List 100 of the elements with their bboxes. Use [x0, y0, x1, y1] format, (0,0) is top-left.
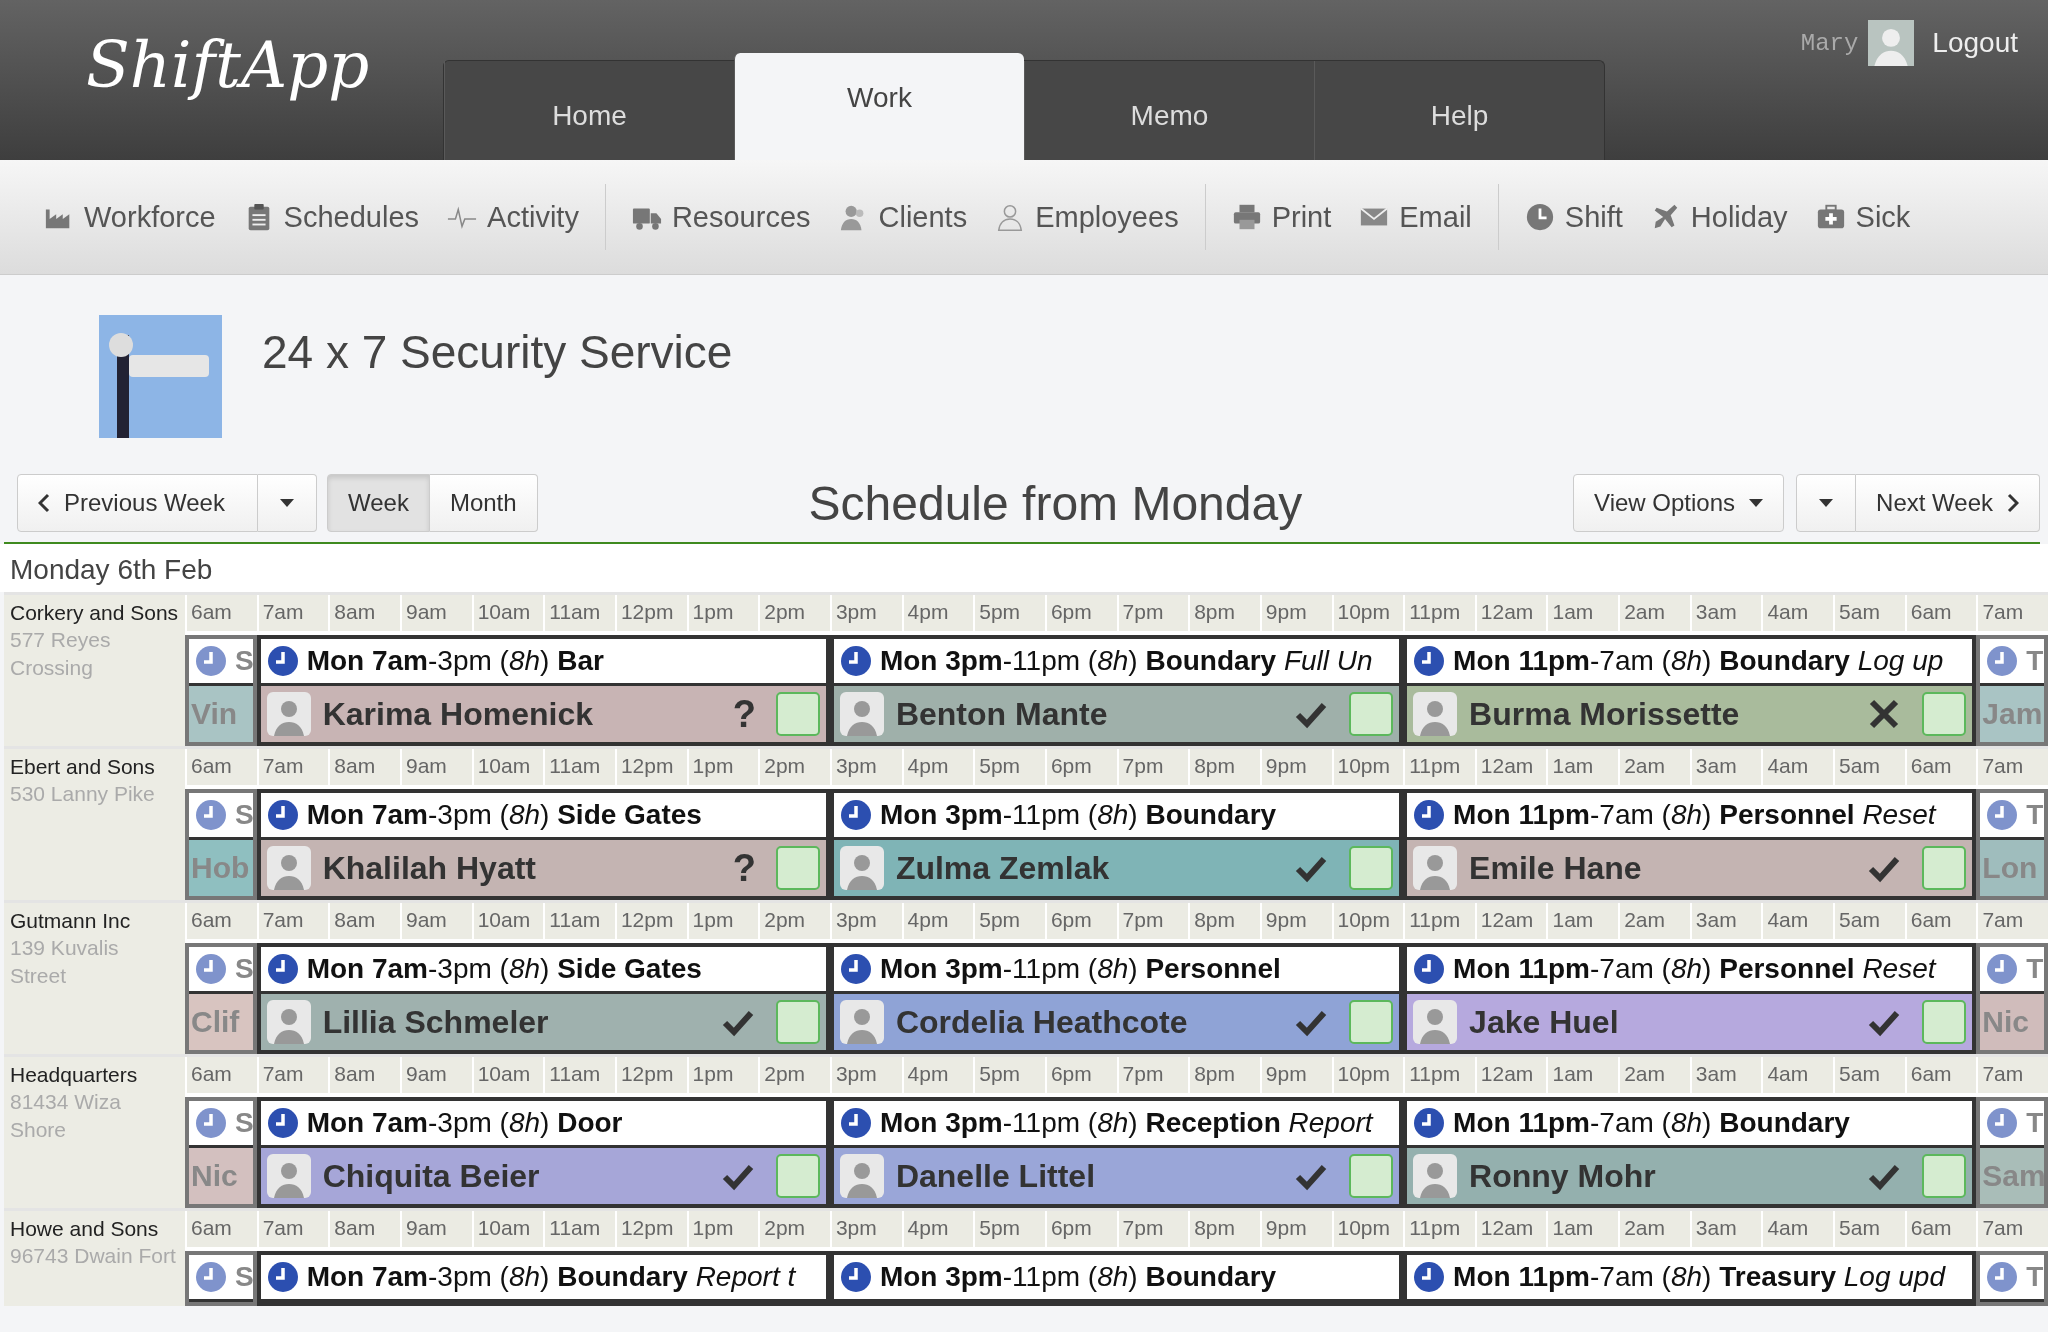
checkbox[interactable] [775, 1154, 820, 1198]
hour-label: 6pm [1044, 749, 1117, 785]
hour-label: 3pm [829, 1057, 902, 1093]
hour-label: 7am [256, 1211, 329, 1247]
schedule-block[interactable]: T [1976, 1251, 2048, 1306]
hour-label: 7am [1976, 1211, 2048, 1247]
schedule-block[interactable]: S Clif [185, 943, 257, 1054]
logout-link[interactable]: Logout [1932, 27, 2018, 59]
hour-label: 5pm [973, 749, 1045, 785]
schedule-block[interactable]: Mon 3pm-11pm (8h) Reception Report Danelle Littel [829, 1097, 1404, 1208]
hour-label: 3am [1689, 1057, 1762, 1093]
hour-label: 11am [543, 749, 615, 785]
schedule-block[interactable]: Mon 7am-3pm (8h) Boundary Report t [256, 1251, 830, 1306]
schedule-block[interactable]: Mon 7am-3pm (8h) Side Gates Khalilah Hyatt ? [256, 789, 830, 900]
toolbar-item[interactable]: Holiday [1636, 200, 1802, 234]
checkbox[interactable] [1349, 1154, 1394, 1198]
toolbar-item[interactable]: Activity [433, 200, 593, 234]
printer-icon [1231, 202, 1262, 232]
checkbox[interactable] [1349, 1000, 1394, 1044]
clock-icon [839, 953, 872, 985]
hour-label: 11pm [1403, 1057, 1475, 1093]
shift-time: Mon 3pm-11pm (8h) Boundary [879, 799, 1277, 831]
cross-icon [1868, 698, 1901, 730]
checkbox[interactable] [1349, 846, 1394, 890]
schedule-block[interactable]: Mon 7am-3pm (8h) Door Chiquita Beier [256, 1097, 830, 1208]
person-silhouette-icon [1413, 1154, 1458, 1198]
dropdown-button[interactable] [258, 474, 317, 532]
hour-label: 5am [1833, 749, 1905, 785]
clock-icon [1524, 202, 1555, 232]
schedule-block[interactable]: T Nic [1976, 943, 2048, 1054]
checkbox[interactable] [775, 846, 820, 890]
clock-icon [1413, 799, 1446, 831]
nav-tab[interactable]: Work [734, 53, 1024, 160]
hour-label: 2am [1618, 1057, 1690, 1093]
hour-label: 3am [1689, 749, 1762, 785]
schedule-block[interactable]: S [185, 1251, 257, 1306]
schedule-block[interactable]: S Nic [185, 1097, 257, 1208]
schedule-block[interactable]: T Jam [1976, 635, 2048, 746]
shift-time: Mon 7am-3pm (8h) Bar [306, 645, 604, 677]
person-silhouette-icon [1413, 692, 1458, 736]
checkbox[interactable] [1349, 692, 1394, 736]
checkbox[interactable] [1922, 1154, 1967, 1198]
schedule-block[interactable]: S Hob [185, 789, 257, 900]
toolbar-item[interactable]: Shift [1510, 200, 1637, 234]
toolbar-item[interactable]: Print [1217, 200, 1346, 234]
person-silhouette-icon [266, 1154, 311, 1198]
shift-time: Mon 11pm-7am (8h) Treasury Log upd [1453, 1261, 1945, 1293]
schedule-block[interactable]: Mon 3pm-11pm (8h) Boundary [829, 1251, 1404, 1306]
shift-time: Mon 11pm-7am (8h) Personnel Reset [1453, 953, 1936, 985]
toolbar-item[interactable]: Email [1345, 200, 1486, 234]
checkbox[interactable] [1922, 692, 1967, 736]
schedule-block[interactable]: Mon 3pm-11pm (8h) Boundary Zulma Zemlak [829, 789, 1404, 900]
view-button[interactable]: Month [429, 474, 538, 532]
toolbar-item[interactable]: Schedules [229, 200, 434, 234]
hour-label: 7am [1976, 749, 2048, 785]
checkbox[interactable] [775, 692, 820, 736]
hour-label: 7am [1976, 1057, 2048, 1093]
previous-week-button[interactable]: Previous Week [17, 474, 258, 532]
assignee-name: Benton Mante [895, 695, 1109, 733]
hour-label: 7pm [1116, 903, 1189, 939]
checkbox[interactable] [1922, 1000, 1967, 1044]
toolbar-item[interactable]: Employees [981, 200, 1193, 234]
schedule-block[interactable]: S Vin [185, 635, 257, 746]
schedule-block[interactable]: Mon 3pm-11pm (8h) Personnel Cordelia Heathcote [829, 943, 1404, 1054]
hour-label: 10am [471, 903, 544, 939]
schedule-block[interactable]: Mon 11pm-7am (8h) Boundary Log up Burma Morissette [1403, 635, 1977, 746]
toolbar-item[interactable]: Sick [1801, 200, 1925, 234]
checkbox[interactable] [775, 1000, 820, 1044]
next-week-button[interactable]: Next Week [1856, 474, 2040, 532]
schedule-block[interactable]: Mon 11pm-7am (8h) Treasury Log upd [1403, 1251, 1977, 1306]
hour-label: 9pm [1259, 1211, 1332, 1247]
schedule-block[interactable]: Mon 11pm-7am (8h) Personnel Reset Emile Hane [1403, 789, 1977, 900]
chevron-right-icon [2007, 493, 2019, 513]
client-address: 139 Kuvalis Street [10, 935, 120, 989]
schedule-block[interactable]: Mon 3pm-11pm (8h) Boundary Full Un Benton Mante [829, 635, 1404, 746]
hour-label: 12am [1474, 1211, 1547, 1247]
dropdown-button[interactable] [1796, 474, 1857, 532]
schedule-block[interactable]: Mon 11pm-7am (8h) Personnel Reset Jake Huel [1403, 943, 1977, 1054]
hour-label: 10pm [1331, 749, 1404, 785]
site-title: 24 x 7 Security Service [262, 325, 733, 379]
schedule-block[interactable]: Mon 7am-3pm (8h) Bar Karima Homenick ? [256, 635, 830, 746]
checkbox[interactable] [1922, 846, 1967, 890]
hour-label: 4pm [901, 903, 974, 939]
schedule-block[interactable]: Mon 7am-3pm (8h) Side Gates Lillia Schmeler [256, 943, 830, 1054]
assignee-name: Nic [1982, 1005, 2031, 1039]
toolbar-item[interactable]: Workforce [30, 200, 230, 234]
toolbar-item[interactable]: Resources [617, 200, 825, 234]
client-address: 577 Reyes Crossing [10, 627, 112, 681]
view-button[interactable]: Week [327, 474, 430, 532]
toolbar-item[interactable]: Clients [824, 200, 982, 234]
hour-label: 7am [256, 1057, 329, 1093]
hour-label: 6am [1904, 1057, 1977, 1093]
shift-time: Mon 7am-3pm (8h) Side Gates [306, 953, 702, 985]
hour-label: 5pm [973, 1057, 1045, 1093]
hour-label: 2pm [758, 903, 830, 939]
hour-label: 12pm [614, 1211, 687, 1247]
clock-icon [1413, 645, 1446, 677]
schedule-block[interactable]: Mon 11pm-7am (8h) Boundary Ronny Mohr [1403, 1097, 1977, 1208]
view-options-button[interactable]: View Options [1573, 474, 1785, 532]
client-name: Gutmann Inc [10, 908, 132, 934]
